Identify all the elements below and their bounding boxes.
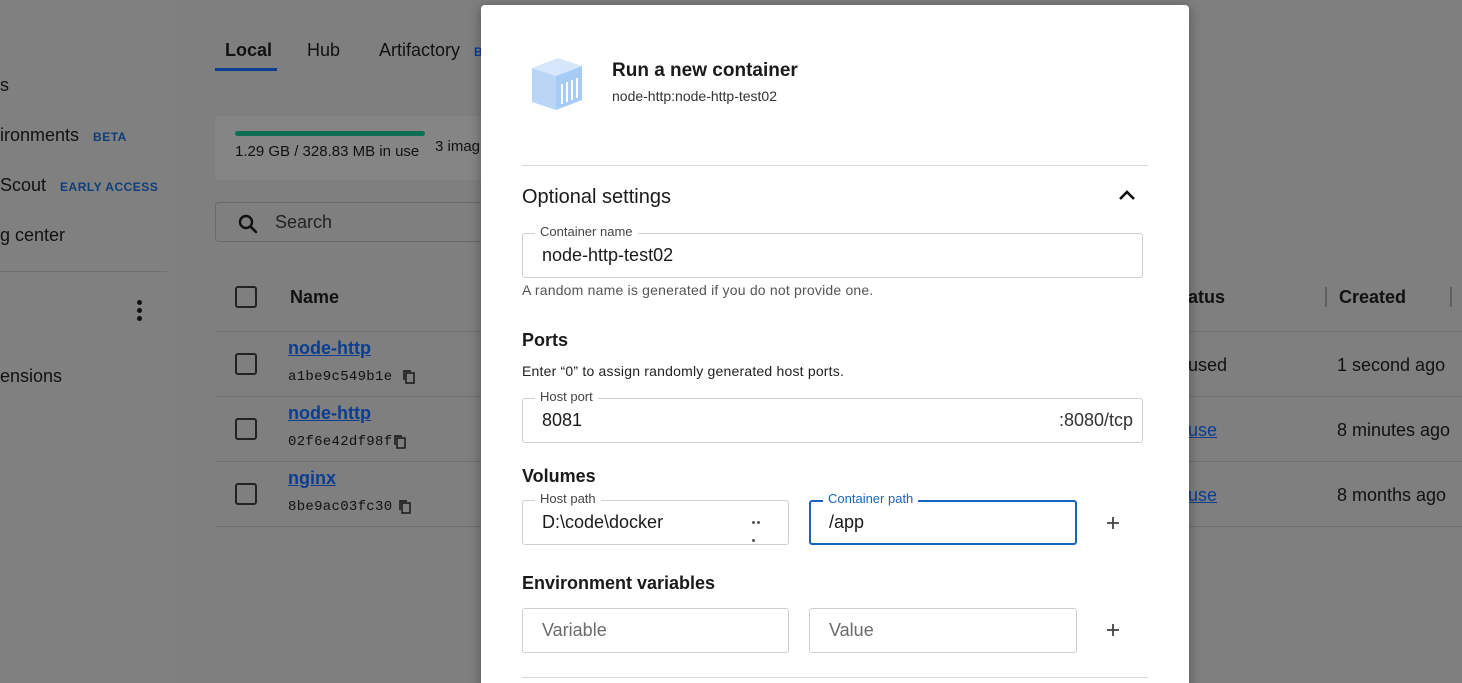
container-port-suffix: :8080/tcp: [1058, 410, 1133, 430]
sidebar-item-label: ironments: [0, 125, 80, 145]
status-cell: used: [1188, 355, 1228, 375]
active-tab-indicator: [215, 68, 277, 71]
status-link[interactable]: use: [1188, 485, 1217, 506]
image-name-link[interactable]: nginx: [288, 468, 336, 489]
env-value-placeholder: Value: [829, 620, 874, 640]
divider: [522, 677, 1148, 678]
host-port-value: 8081: [542, 410, 583, 430]
column-separator: [1450, 287, 1452, 307]
images-count-text: 3 imag: [435, 138, 481, 155]
beta-badge: BETA: [93, 130, 127, 144]
search-icon: [238, 214, 258, 234]
sidebar-item-label: ensions: [0, 366, 63, 386]
copy-icon[interactable]: [394, 435, 406, 449]
created-cell: 8 minutes ago: [1337, 420, 1451, 440]
sidebar-item-label: s: [0, 75, 9, 95]
sidebar-item-containers[interactable]: s: [0, 75, 9, 96]
early-access-badge: EARLY ACCESS: [60, 180, 159, 194]
search-placeholder: Search: [275, 212, 333, 232]
select-all-checkbox[interactable]: [235, 286, 257, 308]
copy-icon[interactable]: [399, 500, 411, 514]
tab-label: Artifactory: [379, 40, 461, 60]
host-path-field[interactable]: Host path D:\code\docker: [522, 491, 789, 545]
sidebar-item-dev-environments[interactable]: ironments BETA: [0, 125, 127, 146]
sidebar-item-label: g center: [0, 225, 66, 245]
more-options-icon[interactable]: [137, 300, 143, 322]
image-id: 02f6e42df98f: [288, 434, 393, 450]
sidebar: s ironments BETA Scout EARLY ACCESS g cent…: [0, 0, 175, 683]
disk-usage-bar: [235, 131, 425, 136]
env-variable-placeholder: Variable: [542, 620, 607, 640]
dialog-subtitle: node-http:node-http-test02: [612, 88, 778, 104]
column-header-name[interactable]: Name: [290, 287, 339, 308]
image-id: a1be9c549b1e: [288, 369, 393, 385]
env-value-input[interactable]: Value: [809, 608, 1077, 653]
disk-usage-text: 1.29 GB / 328.83 MB in use: [235, 143, 420, 160]
tab-hub[interactable]: Hub: [307, 40, 340, 61]
image-name-link[interactable]: node-http: [288, 403, 371, 424]
status-link[interactable]: use: [1188, 420, 1217, 441]
sidebar-item-label: Scout: [0, 175, 47, 195]
container-name-field[interactable]: Container name node-http-test02: [522, 224, 1143, 278]
sidebar-item-extensions[interactable]: ensions: [0, 366, 62, 387]
sidebar-item-docker-scout[interactable]: Scout EARLY ACCESS: [0, 175, 158, 196]
row-checkbox[interactable]: [235, 418, 257, 440]
row-checkbox[interactable]: [235, 353, 257, 375]
image-id: 8be9ac03fc30: [288, 499, 393, 515]
volumes-heading: Volumes: [522, 466, 596, 486]
container-path-value: /app: [829, 512, 865, 532]
column-separator: [1325, 287, 1327, 307]
host-port-field[interactable]: Host port 8081 :8080/tcp: [522, 389, 1143, 443]
tab-artifactory[interactable]: Artifactory B: [379, 40, 483, 61]
ports-heading: Ports: [522, 330, 569, 350]
copy-icon[interactable]: [403, 370, 415, 384]
dialog-title: Run a new container: [612, 60, 798, 81]
container-name-label: Container name: [535, 224, 638, 239]
image-name-link[interactable]: node-http: [288, 338, 371, 359]
container-name-value: node-http-test02: [542, 245, 674, 265]
host-port-label: Host port: [535, 389, 598, 404]
column-header-created[interactable]: Created: [1339, 287, 1406, 308]
env-vars-heading: Environment variables: [522, 573, 716, 593]
container-name-helper: A random name is generated if you do not…: [522, 282, 874, 298]
container-icon: [532, 58, 582, 110]
row-checkbox[interactable]: [235, 483, 257, 505]
sidebar-divider: [0, 271, 167, 272]
host-path-label: Host path: [535, 491, 601, 506]
column-header-status[interactable]: atus: [1188, 287, 1225, 308]
optional-settings-heading: Optional settings: [522, 186, 671, 208]
run-container-dialog: Run a new container node-http:node-http-…: [481, 5, 1189, 683]
sidebar-item-learning-center[interactable]: g center: [0, 225, 65, 246]
created-cell: 1 second ago: [1337, 355, 1446, 375]
container-path-label: Container path: [823, 491, 919, 506]
add-env-var-icon[interactable]: [1105, 622, 1121, 638]
host-path-value: D:\code\docker: [542, 512, 664, 532]
ports-description: Enter “0” to assign randomly generated h…: [522, 363, 845, 379]
container-path-field[interactable]: Container path /app: [809, 491, 1077, 545]
env-variable-input[interactable]: Variable: [522, 608, 789, 653]
divider: [522, 165, 1148, 166]
add-volume-icon[interactable]: [1105, 515, 1121, 531]
chevron-up-icon[interactable]: [1118, 188, 1136, 202]
tab-local[interactable]: Local: [225, 40, 272, 61]
browse-path-button[interactable]: [752, 521, 766, 542]
created-cell: 8 months ago: [1337, 485, 1447, 505]
